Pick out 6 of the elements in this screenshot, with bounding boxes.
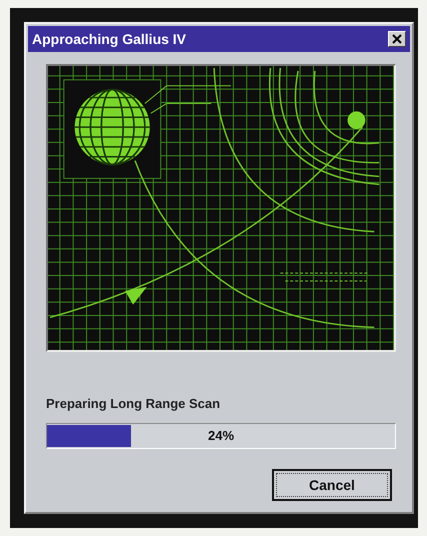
close-button[interactable]	[388, 31, 406, 47]
progress-percent: 24%	[206, 428, 236, 443]
progress-label: Preparing Long Range Scan	[46, 396, 222, 411]
window-title: Approaching Gallius IV	[32, 31, 186, 47]
cancel-button[interactable]: Cancel	[272, 469, 392, 501]
close-icon	[392, 34, 402, 44]
